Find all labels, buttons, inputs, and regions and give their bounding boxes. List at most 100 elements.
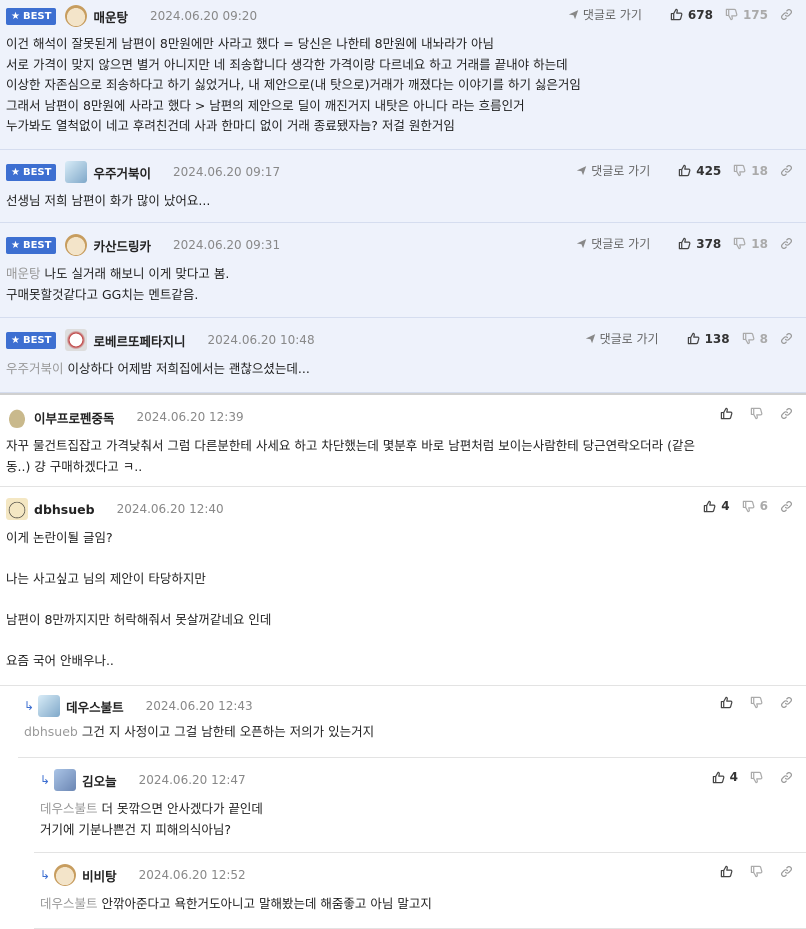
comment-body: 선생님 저희 남편이 화가 많이 났어요... [6, 191, 800, 212]
reply-to-button[interactable]: 댓글로 가기 [576, 235, 650, 252]
reply-to-button[interactable]: 댓글로 가기 [576, 162, 650, 179]
avatar[interactable] [54, 864, 77, 886]
downvote-button[interactable] [750, 407, 768, 420]
downvote-button[interactable] [750, 696, 768, 709]
comment-body: 자꾸 물건트집잡고 가격낮춰서 그럼 다른분한테 사세요 하고 차단했는데 몇분… [6, 436, 800, 477]
thumbs-up-icon [720, 407, 733, 420]
link-button[interactable] [780, 407, 798, 420]
upvote-count: 678 [687, 7, 713, 22]
mention-link[interactable]: 데우스불트 [40, 801, 98, 816]
link-button[interactable] [780, 771, 798, 784]
mention-link[interactable]: 매운탕 [6, 266, 41, 281]
comment-line: 데우스불트 더 못깎으면 안사겠다가 끝인데 [40, 799, 800, 820]
downvote-button[interactable] [750, 865, 768, 878]
link-icon [780, 865, 793, 878]
link-button[interactable] [780, 164, 798, 177]
link-button[interactable] [780, 8, 798, 21]
comment-line: 선생님 저희 남편이 화가 많이 났어요... [6, 193, 211, 208]
author-name[interactable]: dbhsueb [34, 502, 95, 517]
author-name[interactable]: 데우스불트 [66, 697, 124, 716]
comment-body: dbhsueb 그건 지 사정이고 그걸 남한테 오픈하는 저의가 있는거지 [24, 722, 800, 743]
comment-time: 2024.06.20 12:47 [138, 773, 246, 787]
thumbs-down-icon [725, 8, 738, 21]
avatar[interactable] [65, 329, 88, 351]
comment-line: 동..) 걍 구매하겠다고 ㅋ.. [6, 458, 143, 474]
comment-actions: 4 6 [691, 499, 798, 513]
author-name[interactable]: 김오늘 [82, 771, 117, 790]
avatar[interactable] [65, 5, 88, 27]
author-name[interactable]: 로베르또페타지니 [93, 331, 185, 350]
avatar[interactable] [65, 161, 88, 183]
downvote-button[interactable]: 8 [742, 332, 768, 346]
author-name[interactable]: 카산드링카 [93, 236, 151, 255]
link-icon [780, 696, 793, 709]
avatar[interactable] [6, 406, 28, 428]
comment-body: 매운탕 나도 실거래 해보니 이게 맞다고 봄. 구매못할것같다고 GG치는 멘… [6, 264, 800, 305]
link-button[interactable] [780, 237, 798, 250]
comment-reply: ↳ 비비탕 2024.06.20 12:52 데우스불트 안깎아준다고 욕한거도… [34, 853, 806, 929]
mention-link[interactable]: 데우스불트 [40, 896, 98, 911]
author-name[interactable]: 비비탕 [82, 866, 117, 885]
comment-line: 남편이 8만까지지만 허락해줘서 못살꺼같네요 인데 [6, 612, 272, 627]
comment-header: ↳ 김오늘 2024.06.20 12:47 [40, 769, 800, 791]
upvote-button[interactable] [720, 696, 738, 709]
link-icon [780, 500, 793, 513]
comment-header: ↳ 데우스불트 2024.06.20 12:43 [24, 695, 800, 717]
author-name[interactable]: 이부프로펜중독 [34, 408, 115, 427]
comment-best: ★ BEST 로베르또페타지니 2024.06.20 10:48 댓글로 가기 1… [0, 318, 806, 393]
link-icon [780, 164, 793, 177]
upvote-button[interactable]: 4 [703, 499, 730, 513]
thumbs-up-icon [670, 8, 683, 21]
downvote-button[interactable]: 6 [742, 499, 768, 513]
comment-actions: 4 [700, 770, 798, 784]
avatar[interactable] [54, 769, 77, 791]
comment-header: ↳ 비비탕 2024.06.20 12:52 [40, 864, 800, 886]
mention-link[interactable]: 우주거북이 [6, 361, 64, 376]
downvote-button[interactable] [750, 771, 768, 784]
link-button[interactable] [780, 500, 798, 513]
mention-link[interactable]: dbhsueb [24, 724, 78, 739]
downvote-button[interactable]: 175 [725, 8, 768, 22]
comment-line: 누가봐도 열척없이 네고 후려친건데 사과 한마디 없이 거래 종료됐자늠? 저… [6, 118, 455, 133]
upvote-button[interactable]: 678 [670, 8, 713, 22]
link-button[interactable] [780, 865, 798, 878]
link-icon [780, 771, 793, 784]
thumbs-down-icon [750, 771, 763, 784]
comment-best: ★ BEST 카산드링카 2024.06.20 09:31 댓글로 가기 378 … [0, 223, 806, 318]
upvote-button[interactable]: 425 [678, 164, 721, 178]
comment-line: 우주거북이 이상하다 어제밤 저희집에서는 괜찮으셨는데... [6, 359, 800, 380]
reply-to-button[interactable]: 댓글로 가기 [585, 330, 659, 347]
comment-actions [708, 407, 798, 420]
upvote-count: 4 [721, 499, 730, 513]
downvote-button[interactable]: 18 [733, 164, 768, 178]
upvote-button[interactable]: 4 [712, 770, 738, 784]
upvote-button[interactable] [720, 865, 738, 878]
link-button[interactable] [780, 332, 798, 345]
author-name[interactable]: 매운탕 [93, 7, 128, 26]
reply-arrow-icon: ↳ [40, 773, 51, 787]
upvote-count: 425 [696, 163, 722, 178]
avatar[interactable] [65, 234, 88, 256]
comment-body: 이건 해석이 잘못된게 남편이 8만원에만 사라고 했다 = 당신은 나한테 8… [6, 34, 800, 137]
link-button[interactable] [780, 696, 798, 709]
comment-text: 더 못깎으면 안사겠다가 끝인데 [101, 801, 263, 816]
author-name[interactable]: 우주거북이 [93, 163, 151, 182]
avatar[interactable] [38, 695, 61, 717]
upvote-button[interactable]: 138 [687, 332, 730, 346]
thumbs-down-icon [742, 332, 755, 345]
comment-reply: ↳ 김오늘 2024.06.20 12:47 4 데우스불트 더 못깎으면 안사… [34, 758, 806, 853]
thumbs-down-icon [733, 237, 746, 250]
thumbs-down-icon [733, 164, 746, 177]
downvote-count: 18 [751, 163, 768, 178]
star-icon: ★ [11, 166, 20, 178]
upvote-button[interactable]: 378 [678, 237, 721, 251]
comment-best: ★ BEST 매운탕 2024.06.20 09:20 댓글로 가기 678 17… [0, 0, 806, 150]
upvote-button[interactable] [720, 407, 738, 420]
avatar[interactable] [6, 498, 28, 520]
comment-line: 나는 사고싶고 님의 제안이 타당하지만 [6, 571, 206, 586]
downvote-button[interactable]: 18 [733, 237, 768, 251]
best-label: BEST [22, 10, 52, 22]
reply-to-button[interactable]: 댓글로 가기 [568, 6, 642, 23]
comment-best: ★ BEST 우주거북이 2024.06.20 09:17 댓글로 가기 425 … [0, 150, 806, 223]
